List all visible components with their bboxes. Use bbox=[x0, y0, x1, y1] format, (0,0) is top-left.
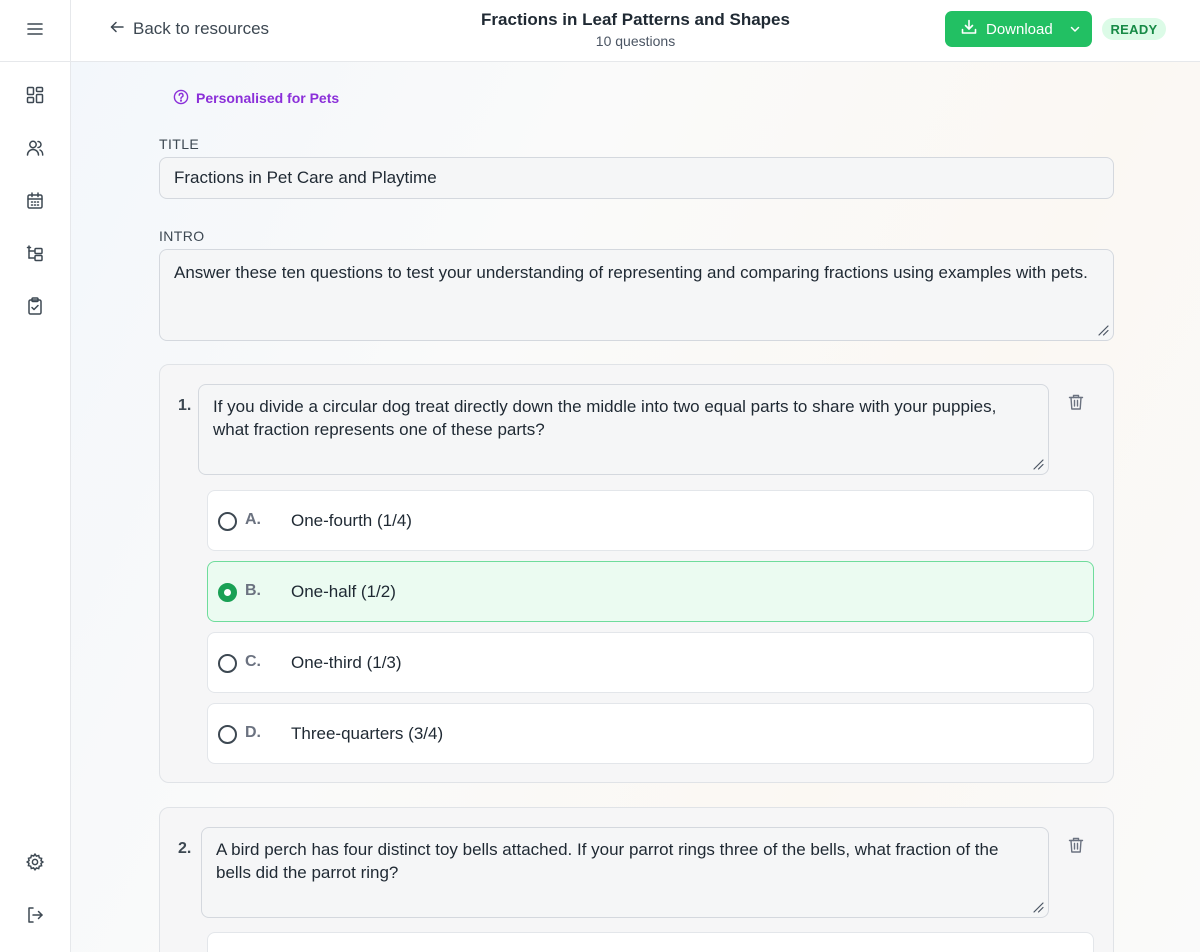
option-letter: A. bbox=[245, 511, 261, 528]
radio-button[interactable] bbox=[218, 725, 237, 744]
sidebar bbox=[0, 0, 71, 952]
question-number: 2. bbox=[178, 840, 192, 857]
option-text: One-half (1/2) bbox=[291, 582, 396, 601]
answer-option-b[interactable]: B. One-half (1/2) bbox=[207, 561, 1094, 622]
answer-option-partial[interactable] bbox=[207, 932, 1094, 952]
answer-option-d[interactable]: D. Three-quarters (3/4) bbox=[207, 703, 1094, 764]
option-letter: C. bbox=[245, 653, 261, 670]
question-text: A bird perch has four distinct toy bells… bbox=[216, 840, 999, 882]
status-badge: READY bbox=[1102, 18, 1166, 40]
answer-option-c[interactable]: C. One-third (1/3) bbox=[207, 632, 1094, 693]
title-field-label: TITLE bbox=[159, 136, 200, 152]
radio-button[interactable] bbox=[218, 654, 237, 673]
resize-handle-icon[interactable] bbox=[1097, 324, 1109, 336]
back-to-resources-link[interactable]: Back to resources bbox=[109, 18, 269, 40]
answer-option-a[interactable]: A. One-fourth (1/4) bbox=[207, 490, 1094, 551]
resize-handle-icon[interactable] bbox=[1032, 901, 1044, 913]
delete-question-icon[interactable] bbox=[1066, 835, 1086, 855]
personalised-tag[interactable]: Personalised for Pets bbox=[173, 88, 339, 108]
question-text-input[interactable]: If you divide a circular dog treat direc… bbox=[198, 384, 1049, 475]
top-header: Back to resources Fractions in Leaf Patt… bbox=[71, 0, 1200, 62]
download-icon bbox=[960, 18, 978, 40]
menu-icon[interactable] bbox=[23, 17, 47, 41]
option-letter: D. bbox=[245, 724, 261, 741]
back-link-label: Back to resources bbox=[133, 19, 270, 38]
option-letter: B. bbox=[245, 582, 261, 599]
help-circle-icon bbox=[173, 89, 189, 108]
sidebar-divider bbox=[0, 61, 71, 62]
radio-button-selected[interactable] bbox=[218, 583, 237, 602]
settings-icon[interactable] bbox=[23, 850, 47, 874]
users-icon[interactable] bbox=[23, 136, 47, 160]
delete-question-icon[interactable] bbox=[1066, 392, 1086, 412]
option-text: One-third (1/3) bbox=[291, 653, 402, 672]
dashboard-icon[interactable] bbox=[23, 83, 47, 107]
intro-text: Answer these ten questions to test your … bbox=[174, 263, 1088, 282]
question-number: 1. bbox=[178, 397, 192, 414]
hierarchy-icon[interactable] bbox=[23, 241, 47, 265]
arrow-left-icon bbox=[109, 19, 125, 40]
option-text: Three-quarters (3/4) bbox=[291, 724, 444, 743]
title-input[interactable]: Fractions in Pet Care and Playtime bbox=[159, 157, 1114, 199]
question-text-input[interactable]: A bird perch has four distinct toy bells… bbox=[201, 827, 1049, 918]
resize-handle-icon[interactable] bbox=[1032, 458, 1044, 470]
logout-icon[interactable] bbox=[23, 903, 47, 927]
personalised-label: Personalised for Pets bbox=[196, 90, 340, 106]
editor-main: Personalised for Pets TITLE Fractions in… bbox=[71, 62, 1200, 952]
calendar-icon[interactable] bbox=[23, 189, 47, 213]
option-text: One-fourth (1/4) bbox=[291, 511, 412, 530]
question-card-1: 1. If you divide a circular dog treat di… bbox=[159, 364, 1114, 783]
question-card-2: 2. A bird perch has four distinct toy be… bbox=[159, 807, 1114, 952]
intro-field-label: INTRO bbox=[159, 228, 205, 244]
intro-textarea[interactable]: Answer these ten questions to test your … bbox=[159, 249, 1114, 341]
clipboard-check-icon[interactable] bbox=[23, 294, 47, 318]
question-text: If you divide a circular dog treat direc… bbox=[213, 397, 997, 439]
download-button[interactable]: Download bbox=[945, 11, 1092, 47]
download-label: Download bbox=[986, 20, 1053, 38]
chevron-down-icon[interactable] bbox=[1069, 23, 1081, 35]
radio-button[interactable] bbox=[218, 512, 237, 531]
